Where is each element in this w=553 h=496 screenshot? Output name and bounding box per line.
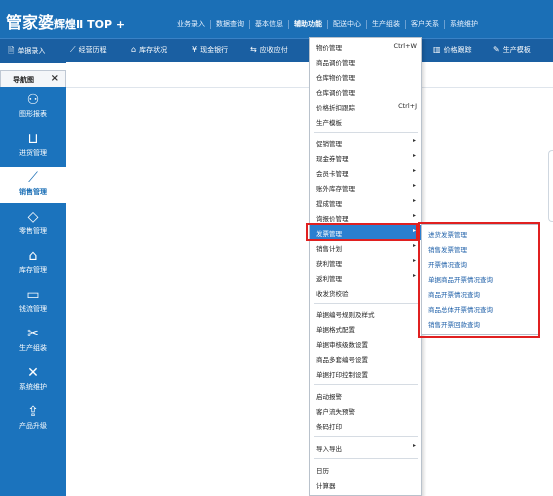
menu-separator: [314, 458, 418, 459]
submenu-arrow-icon: ▸: [412, 212, 416, 219]
house-icon: ⌂: [28, 248, 38, 264]
currency-icon: ¥: [192, 45, 198, 54]
title-bar: 管家婆辉煌Ⅱ TOP + 业务录入 数据查询 基本信息 辅助功能 配送中心 生产…: [0, 0, 553, 38]
menu-item-price-management[interactable]: 物价管理 Ctrl+W: [310, 39, 421, 54]
menu-item-startup-alarm[interactable]: 启动报警: [310, 388, 421, 403]
toolbar-business-history[interactable]: ⟋ 经营历程: [70, 45, 107, 55]
upload-icon: ⇪: [27, 404, 39, 420]
submenu-arrow-icon: ▸: [412, 442, 416, 449]
menu-separator: [314, 384, 418, 385]
wrench-icon: ✎: [493, 45, 500, 54]
logo-sub: 辉煌Ⅱ TOP +: [54, 18, 126, 31]
submenu-arrow-icon: ▸: [412, 197, 416, 204]
highlight-box: [306, 223, 418, 241]
topmenu-basic-info[interactable]: 基本信息: [249, 20, 288, 29]
menu-item-commission[interactable]: 提成管理 ▸: [310, 195, 421, 210]
topmenu-delivery-center[interactable]: 配送中心: [327, 20, 366, 29]
menu-item-promotion[interactable]: 促销管理 ▸: [310, 135, 421, 150]
sidebar-item-inventory[interactable]: ⌂ 库存管理: [0, 245, 66, 281]
highlight-box: [418, 222, 540, 338]
menu-item-import-export[interactable]: 导入导出 ▸: [310, 440, 421, 455]
menu-item-cash-coupon[interactable]: 现金券管理 ▸: [310, 150, 421, 165]
topmenu-aux-functions[interactable]: 辅助功能: [288, 20, 327, 29]
sidebar-item-system[interactable]: ✕ 系统维护: [0, 362, 66, 398]
menu-separator: [314, 132, 418, 133]
menu-item-warehouse-price[interactable]: 仓库物价管理: [310, 69, 421, 84]
menu-item-customer-churn-alert[interactable]: 客户流失预警: [310, 403, 421, 418]
submenu-arrow-icon: ▸: [412, 242, 416, 249]
submenu-arrow-icon: ▸: [412, 167, 416, 174]
settings-icon: ✕: [27, 365, 39, 381]
menu-item-offbook-inventory[interactable]: 账外库存管理 ▸: [310, 180, 421, 195]
topmenu-customer-relations[interactable]: 客户关系: [405, 20, 444, 29]
menu-item-calendar[interactable]: 日历: [310, 462, 421, 477]
menu-item-warehouse-price-adjust[interactable]: 仓库调价管理: [310, 84, 421, 99]
submenu-arrow-icon: ▸: [412, 137, 416, 144]
money-icon: ▭: [26, 287, 40, 303]
submenu-arrow-icon: ▸: [412, 257, 416, 264]
transfer-icon: ⇆: [250, 45, 257, 54]
submenu-arrow-icon: ▸: [412, 272, 416, 279]
topmenu-production-assembly[interactable]: 生产组装: [366, 20, 405, 29]
close-icon[interactable]: ×: [51, 73, 59, 84]
menu-item-profit[interactable]: 获利管理 ▸: [310, 255, 421, 270]
sidebar-item-retail[interactable]: ◇ 零售管理: [0, 206, 66, 242]
warehouse-icon: ⌂: [131, 45, 137, 54]
grid-icon: ⚇: [26, 92, 40, 108]
sidebar: ⚇ 图形报表 ⊔ 进货管理 ⟋ 销售管理 ◇ 零售管理 ⌂ 库存管理 ▭ 钱流管…: [0, 87, 66, 496]
sidebar-item-production[interactable]: ✂ 生产组装: [0, 323, 66, 359]
menu-item-member-card[interactable]: 会员卡管理 ▸: [310, 165, 421, 180]
app-logo: 管家婆辉煌Ⅱ TOP +: [6, 9, 125, 33]
trend-icon: ⟋: [28, 170, 38, 186]
menu-item-doc-format[interactable]: 单据格式配置: [310, 321, 421, 336]
aux-functions-menu: 物价管理 Ctrl+W 商品调价管理 仓库物价管理 仓库调价管理 价格折扣跟踪 Ct…: [309, 37, 422, 496]
cart-icon: ⊔: [27, 131, 39, 147]
toolbar-production-template[interactable]: ✎ 生产模板: [493, 45, 531, 55]
nav-tab-label: 导航图: [13, 76, 34, 84]
menu-item-barcode-print[interactable]: 条码打印: [310, 418, 421, 433]
toolbar-receivable-payable[interactable]: ⇆ 应收应付: [250, 45, 288, 55]
logo-main: 管家婆: [6, 13, 55, 32]
menu-item-sales-plan[interactable]: 销售计划 ▸: [310, 240, 421, 255]
menu-separator: [314, 303, 418, 304]
toolbar-inventory-status[interactable]: ⌂ 库存状况: [131, 45, 167, 55]
sidebar-item-upgrade[interactable]: ⇪ 产品升级: [0, 401, 66, 437]
topmenu-system-maintenance[interactable]: 系统维护: [444, 20, 483, 29]
top-menu: 业务录入 数据查询 基本信息 辅助功能 配送中心 生产组装 客户关系 系统维护: [172, 20, 483, 29]
menu-item-price-discount-tracking[interactable]: 价格折扣跟踪 Ctrl+J: [310, 99, 421, 114]
menu-item-shipping-verify[interactable]: 收发货校验: [310, 285, 421, 300]
sidebar-item-purchase[interactable]: ⊔ 进货管理: [0, 128, 66, 164]
menu-separator: [314, 436, 418, 437]
right-collapsed-panel[interactable]: [548, 150, 553, 222]
menu-item-production-template[interactable]: 生产模板: [310, 114, 421, 129]
topmenu-business-entry[interactable]: 业务录入: [172, 20, 210, 29]
chart-icon: ▥: [433, 45, 441, 54]
sidebar-item-cash-flow[interactable]: ▭ 钱流管理: [0, 284, 66, 320]
document-icon: 🗎: [8, 46, 15, 55]
sidebar-item-graph-reports[interactable]: ⚇ 图形报表: [0, 89, 66, 125]
line-chart-icon: ⟋: [70, 45, 76, 54]
menu-item-product-price-adjust[interactable]: 商品调价管理: [310, 54, 421, 69]
menu-item-rebate[interactable]: 返利管理 ▸: [310, 270, 421, 285]
menu-item-product-multi-code[interactable]: 商品多套编号设置: [310, 351, 421, 366]
toolbar: 🗎 单据录入 ⟋ 经营历程 ⌂ 库存状况 ¥ 现金银行 ⇆ 应收应付 ▥ 价格跟踪 ✎ 生产模…: [0, 38, 553, 63]
toolbar-document-entry[interactable]: 🗎 单据录入: [8, 45, 45, 59]
menu-item-doc-approval-levels[interactable]: 单据审核级数设置: [310, 336, 421, 351]
toolbar-cash-bank[interactable]: ¥ 现金银行: [192, 45, 228, 55]
menu-item-doc-print-control[interactable]: 单据打印控制设置: [310, 366, 421, 381]
submenu-arrow-icon: ▸: [412, 182, 416, 189]
submenu-arrow-icon: ▸: [412, 152, 416, 159]
tools-icon: ✂: [27, 326, 39, 342]
menu-item-calculator[interactable]: 计算器: [310, 477, 421, 492]
nav-tab[interactable]: 导航图 ×: [0, 70, 66, 87]
sidebar-item-sales[interactable]: ⟋ 销售管理: [0, 167, 66, 203]
menu-item-doc-numbering[interactable]: 单据编号规则及样式: [310, 306, 421, 321]
tag-icon: ◇: [27, 209, 39, 225]
topmenu-data-query[interactable]: 数据查询: [210, 20, 249, 29]
toolbar-price-tracking[interactable]: ▥ 价格跟踪: [433, 45, 472, 55]
